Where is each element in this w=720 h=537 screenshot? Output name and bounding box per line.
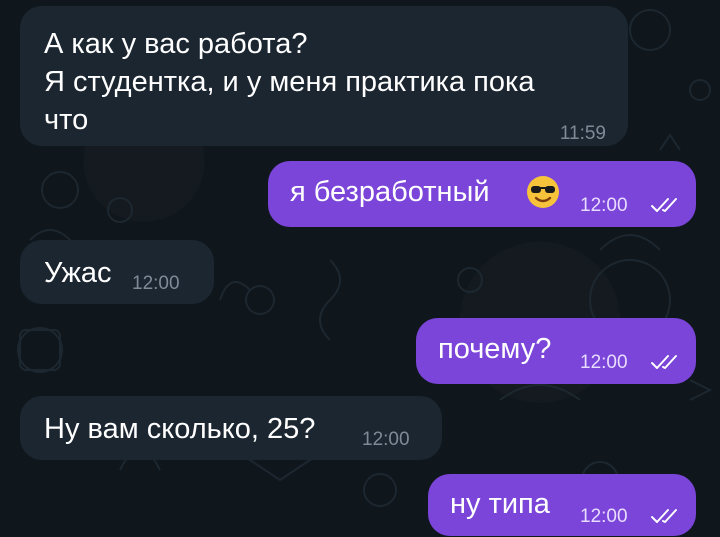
message-text-line: Я студентка, и у меня практика пока [44,66,535,98]
message-text: Ужас [44,257,112,289]
outgoing-message[interactable]: почему? 12:00 [416,318,696,384]
message-time: 12:00 [580,506,628,527]
message-time: 11:59 [559,123,606,144]
smiling-face-with-sunglasses-icon [526,175,560,209]
message-time: 12:00 [580,195,628,216]
message-text: почему? [438,333,552,365]
message-time: 12:00 [362,429,410,450]
message-time: 12:00 [580,352,628,373]
message-time: 12:00 [132,273,180,294]
message-text: я безработный [290,176,490,208]
double-check-icon [651,509,677,523]
double-check-icon [651,198,677,212]
outgoing-message[interactable]: ну типа 12:00 [428,474,696,536]
message-text-line: А как у вас работа? [44,28,308,60]
message-text: ну типа [450,488,550,520]
incoming-message[interactable]: Ужас 12:00 [20,240,214,304]
message-list[interactable]: А как у вас работа? Я студентка, и у мен… [0,0,720,537]
double-check-icon [651,355,677,369]
incoming-message[interactable]: А как у вас работа? Я студентка, и у мен… [20,6,628,146]
incoming-message[interactable]: Ну вам сколько, 25? 12:00 [20,396,442,460]
message-text: Ну вам сколько, 25? [44,413,316,445]
outgoing-message[interactable]: я безработный 12:00 [268,161,696,227]
message-text-line: что [44,104,89,136]
